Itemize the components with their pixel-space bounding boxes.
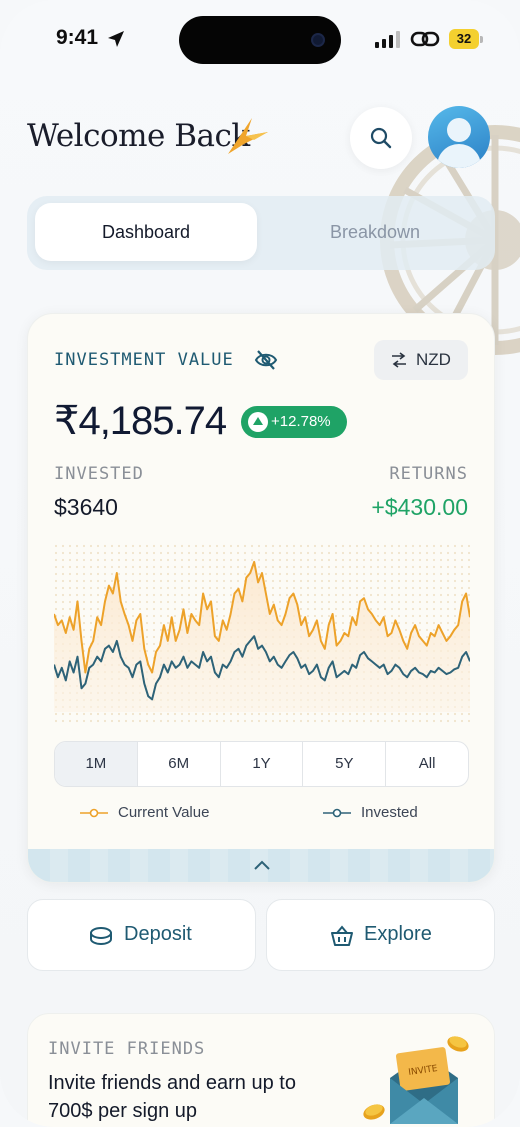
invested-label: INVESTED	[54, 464, 144, 484]
legend-current-label: Current Value	[118, 804, 210, 821]
location-arrow-icon	[108, 31, 124, 47]
returns-value: +$430.00	[371, 494, 468, 520]
coin-stack-icon	[90, 927, 112, 946]
tab-breakdown[interactable]: Breakdown	[264, 203, 486, 261]
page-title: Welcome Back	[27, 118, 250, 154]
invested-value: $3640	[54, 494, 118, 520]
period-all[interactable]: All	[386, 742, 468, 786]
investment-chart[interactable]	[54, 544, 470, 724]
view-switcher: Dashboard Breakdown	[27, 196, 495, 270]
signal-icon	[375, 31, 400, 48]
search-button[interactable]	[350, 107, 412, 169]
currency-label: NZD	[416, 350, 451, 369]
bird-logo-icon	[228, 118, 268, 154]
deposit-button[interactable]: Deposit	[27, 899, 256, 971]
invite-title: INVITE FRIENDS	[48, 1039, 206, 1059]
investment-value: ₹4,185.74	[54, 399, 227, 443]
invite-envelope-icon: INVITE	[363, 1036, 469, 1124]
battery-icon: 32	[449, 29, 483, 49]
explore-button[interactable]: Explore	[266, 899, 495, 971]
collapse-handle[interactable]	[28, 849, 494, 882]
invite-card[interactable]: INVITE FRIENDS Invite friends and earn u…	[27, 1013, 495, 1127]
search-icon	[370, 127, 392, 149]
deposit-label: Deposit	[124, 923, 192, 945]
status-bar: 9:41 32	[0, 0, 520, 80]
legend-current-marker-icon	[80, 808, 108, 817]
swap-arrows-icon	[392, 352, 406, 368]
period-selector: 1M 6M 1Y 5Y All	[54, 741, 469, 787]
legend-invested-label: Invested	[361, 804, 418, 821]
currency-switch-button[interactable]: NZD	[374, 340, 468, 380]
battery-level: 32	[449, 29, 479, 49]
investment-card: INVESTMENT VALUE NZD ₹4,185.74 +12.78% I…	[27, 313, 495, 883]
explore-label: Explore	[364, 923, 432, 945]
invite-text: Invite friends and earn up to 700$ per s…	[48, 1072, 296, 1122]
dynamic-island	[179, 16, 341, 64]
phone-screen: 9:41 32 Welcome Back Dashboard Breakdown…	[0, 0, 520, 1127]
up-arrow-icon	[248, 412, 268, 432]
link-icon	[410, 31, 440, 47]
period-1y[interactable]: 1Y	[221, 742, 304, 786]
avatar[interactable]	[428, 106, 490, 168]
basket-icon	[331, 925, 353, 946]
change-badge: +12.78%	[241, 406, 347, 438]
status-time: 9:41	[56, 26, 99, 49]
legend-invested: Invested	[323, 804, 418, 821]
legend-current: Current Value	[80, 804, 209, 821]
chart-legend: Current Value Invested	[80, 804, 460, 826]
camera-icon	[311, 33, 325, 47]
change-percent: +12.78%	[271, 413, 331, 430]
investment-value-label: INVESTMENT VALUE	[54, 350, 234, 370]
period-6m[interactable]: 6M	[138, 742, 221, 786]
period-1m[interactable]: 1M	[55, 742, 138, 786]
period-5y[interactable]: 5Y	[303, 742, 387, 786]
hide-eye-icon[interactable]	[254, 349, 278, 371]
returns-label: RETURNS	[389, 464, 468, 484]
chevron-up-icon	[254, 860, 270, 870]
legend-invested-marker-icon	[323, 808, 351, 817]
tab-dashboard[interactable]: Dashboard	[35, 203, 257, 261]
